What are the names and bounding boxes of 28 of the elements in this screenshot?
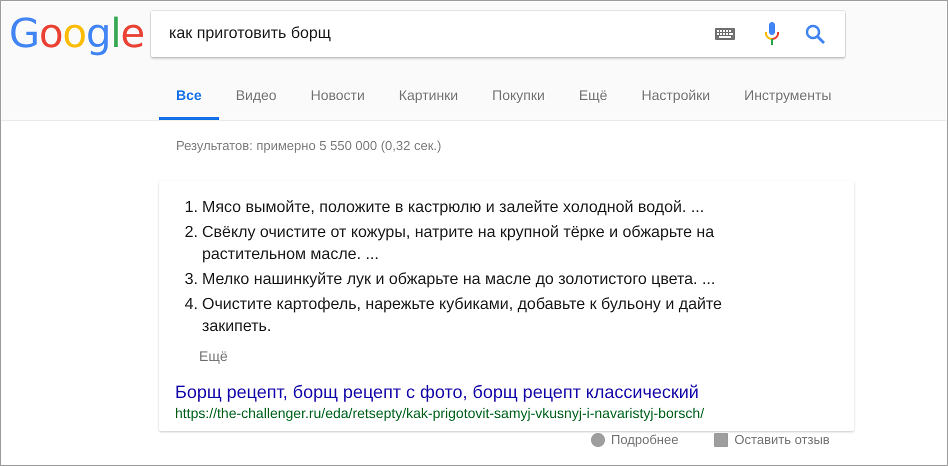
tab[interactable]: Все [159, 73, 219, 120]
step-number: 4. [184, 295, 199, 315]
search-icon[interactable] [805, 24, 825, 44]
tab[interactable]: Видео [218, 73, 294, 120]
more-link[interactable]: Ещё [199, 348, 838, 364]
tab[interactable]: Картинки [382, 73, 476, 120]
tab[interactable]: Инструменты [727, 73, 848, 120]
result-url: https://the-challenger.ru/eda/retsepty/kak-prigotovit-samyj-vkusnyj-i-navaristyj-borsch/ [175, 405, 706, 421]
recipe-step: Мелко нашинкуйте лук и обжарьте на масле до золотистого цвета. ... [202, 269, 716, 291]
tab[interactable]: Ещё [562, 73, 624, 120]
recipe-step: Свёклу очистите от кожуры, натрите на крупной тёрке и обжарьте на растительном масле. ... [202, 222, 768, 266]
about-link[interactable]: Подробнее [611, 432, 678, 447]
search-field[interactable]: как приготовить борщ [167, 24, 715, 44]
recipe-step: Очистите картофель, нарежьте кубиками, добавьте к бульону и дайте закипеть. [202, 294, 768, 338]
tab[interactable]: Новости [294, 73, 382, 120]
result-title-link[interactable]: Борщ рецепт, борщ рецепт с фото, борщ рецепт классический [175, 382, 838, 403]
step-number: 1. [184, 198, 199, 218]
step-number: 3. [184, 270, 199, 290]
step-number: 2. [184, 223, 199, 243]
result-stats: Результатов: примерно 5 550 000 (0,32 сек.) [175, 137, 442, 155]
search-bar[interactable]: как приготовить борщ [151, 11, 845, 57]
feedback-link[interactable]: Оставить отзыв [734, 432, 830, 447]
keyboard-icon[interactable] [715, 28, 735, 40]
tab[interactable]: Настройки [624, 73, 728, 120]
recipe-step: Мясо вымойте, положите в кастрюлю и залейте холодной водой. ... [202, 197, 704, 219]
microphone-icon[interactable] [765, 22, 779, 46]
tab[interactable]: Покупки [475, 73, 562, 120]
logo[interactable]: Google [1, 14, 151, 54]
